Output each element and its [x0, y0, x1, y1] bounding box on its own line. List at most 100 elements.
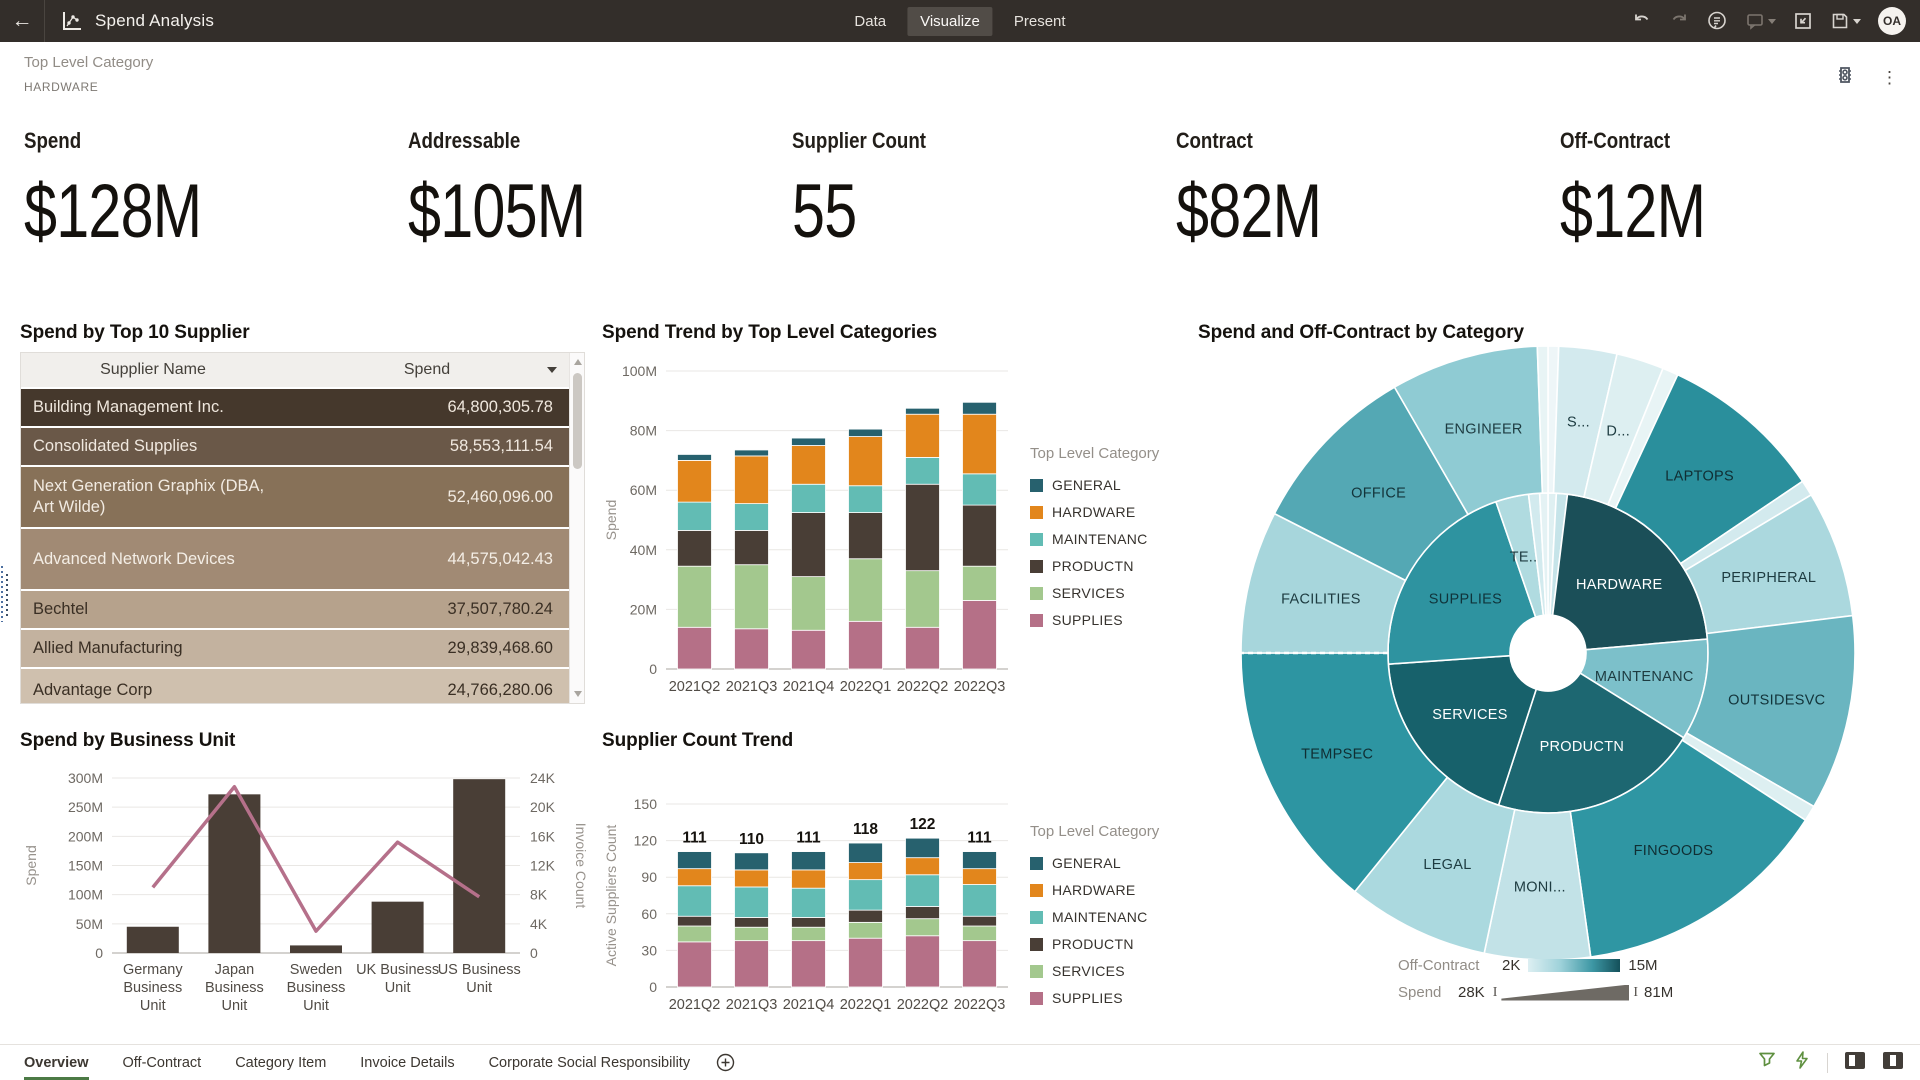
bar-segment-general[interactable]	[735, 853, 769, 870]
canvas-tab-overview[interactable]: Overview	[24, 1046, 89, 1080]
bar-segment-productn[interactable]	[963, 916, 997, 926]
table-row[interactable]: Next Generation Graphix (DBA, Art Wilde)…	[21, 467, 569, 529]
bar-segment-productn[interactable]	[849, 513, 883, 559]
bar-segment-general[interactable]	[678, 454, 712, 460]
bar-segment-productn[interactable]	[963, 505, 997, 566]
supplier-count-chart[interactable]: 03060901201501112021Q21102021Q31112021Q4…	[600, 758, 1032, 1046]
canvas-tab-category-item[interactable]: Category Item	[235, 1046, 326, 1080]
add-canvas-icon[interactable]	[716, 1053, 735, 1072]
bar-segment-hardware[interactable]	[906, 414, 940, 457]
bar-segment-productn[interactable]	[849, 910, 883, 922]
user-avatar[interactable]: OA	[1878, 7, 1906, 35]
bar-segment-supplies[interactable]	[678, 627, 712, 669]
panel-resize-handle[interactable]	[1, 566, 9, 622]
bar-segment-supplies[interactable]	[906, 627, 940, 669]
canvas-tab-corporate-social-responsibility[interactable]: Corporate Social Responsibility	[489, 1046, 691, 1080]
spend-bar[interactable]	[127, 927, 179, 953]
table-row[interactable]: Advantage Corp24,766,280.06	[21, 669, 569, 704]
bar-segment-hardware[interactable]	[906, 858, 940, 875]
column-header-supplier-name[interactable]: Supplier Name	[21, 353, 285, 387]
bar-segment-supplies[interactable]	[792, 630, 826, 669]
bar-segment-services[interactable]	[906, 571, 940, 628]
bar-segment-productn[interactable]	[735, 917, 769, 927]
sunburst-chart[interactable]: HARDWAREMAINTENANCPRODUCTNSERVICESSUPPLI…	[1190, 342, 1910, 967]
bar-segment-maintenanc[interactable]	[963, 474, 997, 505]
bar-segment-hardware[interactable]	[792, 446, 826, 485]
bar-segment-supplies[interactable]	[906, 936, 940, 987]
canvas-menu-icon[interactable]: ⋮	[1881, 71, 1898, 85]
bar-segment-general[interactable]	[792, 438, 826, 445]
scroll-down-icon[interactable]	[574, 691, 582, 697]
bar-segment-hardware[interactable]	[678, 460, 712, 502]
bar-segment-maintenanc[interactable]	[792, 888, 826, 917]
bar-segment-services[interactable]	[963, 566, 997, 600]
kpi-tile-supplier-count[interactable]: Supplier Count55	[768, 128, 1152, 293]
scrollbar-thumb[interactable]	[573, 373, 582, 469]
legend-item-general[interactable]: GENERAL	[1030, 855, 1180, 871]
bar-segment-general[interactable]	[678, 852, 712, 869]
bar-segment-services[interactable]	[963, 926, 997, 941]
spend-trend-chart[interactable]: 020M40M60M80M100M2021Q22021Q32021Q42022Q…	[600, 350, 1032, 712]
kpi-tile-addressable[interactable]: Addressable$105M	[384, 128, 768, 293]
legend-item-services[interactable]: SERVICES	[1030, 963, 1180, 979]
bar-segment-supplies[interactable]	[735, 941, 769, 987]
bar-segment-services[interactable]	[906, 919, 940, 936]
bar-segment-hardware[interactable]	[735, 870, 769, 887]
bar-segment-supplies[interactable]	[849, 621, 883, 669]
save-icon[interactable]	[1830, 11, 1861, 31]
bar-segment-supplies[interactable]	[963, 600, 997, 669]
bar-segment-maintenanc[interactable]	[963, 885, 997, 917]
legend-item-productn[interactable]: PRODUCTN	[1030, 558, 1180, 574]
spend-bar[interactable]	[290, 945, 342, 953]
spend-bar[interactable]	[453, 779, 505, 953]
legend-item-general[interactable]: GENERAL	[1030, 477, 1180, 493]
legend-item-services[interactable]: SERVICES	[1030, 585, 1180, 601]
bar-segment-services[interactable]	[849, 559, 883, 622]
bar-segment-hardware[interactable]	[963, 414, 997, 474]
bar-segment-productn[interactable]	[906, 906, 940, 918]
legend-item-maintenanc[interactable]: MAINTENANC	[1030, 531, 1180, 547]
sort-desc-icon[interactable]	[547, 367, 557, 373]
layout-left-panel-icon[interactable]	[1844, 1051, 1866, 1075]
scroll-up-icon[interactable]	[574, 359, 582, 365]
insights-icon[interactable]	[1706, 10, 1728, 32]
legend-item-supplies[interactable]: SUPPLIES	[1030, 612, 1180, 628]
mode-tab-data[interactable]: Data	[841, 7, 899, 36]
spend-bar[interactable]	[372, 902, 424, 953]
bar-segment-general[interactable]	[906, 838, 940, 858]
legend-item-productn[interactable]: PRODUCTN	[1030, 936, 1180, 952]
legend-item-hardware[interactable]: HARDWARE	[1030, 882, 1180, 898]
bar-segment-supplies[interactable]	[963, 941, 997, 987]
present-window-icon[interactable]	[1793, 11, 1813, 31]
bar-segment-services[interactable]	[678, 926, 712, 942]
legend-item-supplies[interactable]: SUPPLIES	[1030, 990, 1180, 1006]
bar-segment-maintenanc[interactable]	[735, 504, 769, 531]
canvas-tab-invoice-details[interactable]: Invoice Details	[360, 1046, 454, 1080]
bar-segment-productn[interactable]	[735, 530, 769, 564]
bar-segment-hardware[interactable]	[849, 437, 883, 486]
legend-item-hardware[interactable]: HARDWARE	[1030, 504, 1180, 520]
bar-segment-maintenanc[interactable]	[906, 457, 940, 484]
bar-segment-general[interactable]	[849, 843, 883, 863]
bar-segment-services[interactable]	[735, 565, 769, 629]
bar-segment-hardware[interactable]	[735, 456, 769, 504]
bar-segment-maintenanc[interactable]	[678, 502, 712, 530]
canvas-tab-off-contract[interactable]: Off-Contract	[123, 1046, 202, 1080]
bar-segment-hardware[interactable]	[963, 869, 997, 885]
bar-segment-services[interactable]	[678, 566, 712, 627]
mode-tab-present[interactable]: Present	[1001, 7, 1079, 36]
bar-segment-maintenanc[interactable]	[849, 880, 883, 911]
bar-segment-general[interactable]	[963, 402, 997, 414]
invoice-count-line[interactable]	[153, 787, 479, 931]
redo-icon[interactable]	[1669, 11, 1689, 31]
table-scrollbar[interactable]	[569, 353, 584, 703]
bar-segment-maintenanc[interactable]	[678, 886, 712, 917]
undo-icon[interactable]	[1632, 11, 1652, 31]
bar-segment-general[interactable]	[735, 450, 769, 456]
bar-segment-productn[interactable]	[678, 916, 712, 926]
business-unit-chart[interactable]: 050M100M150M200M250M300M04K8K12K16K20K24…	[20, 758, 595, 1046]
auto-apply-icon[interactable]	[1793, 1050, 1811, 1075]
filter-top-level-category[interactable]: Top Level Category HARDWARE	[24, 54, 153, 94]
column-header-spend[interactable]: Spend	[285, 353, 569, 387]
bar-segment-general[interactable]	[963, 852, 997, 869]
